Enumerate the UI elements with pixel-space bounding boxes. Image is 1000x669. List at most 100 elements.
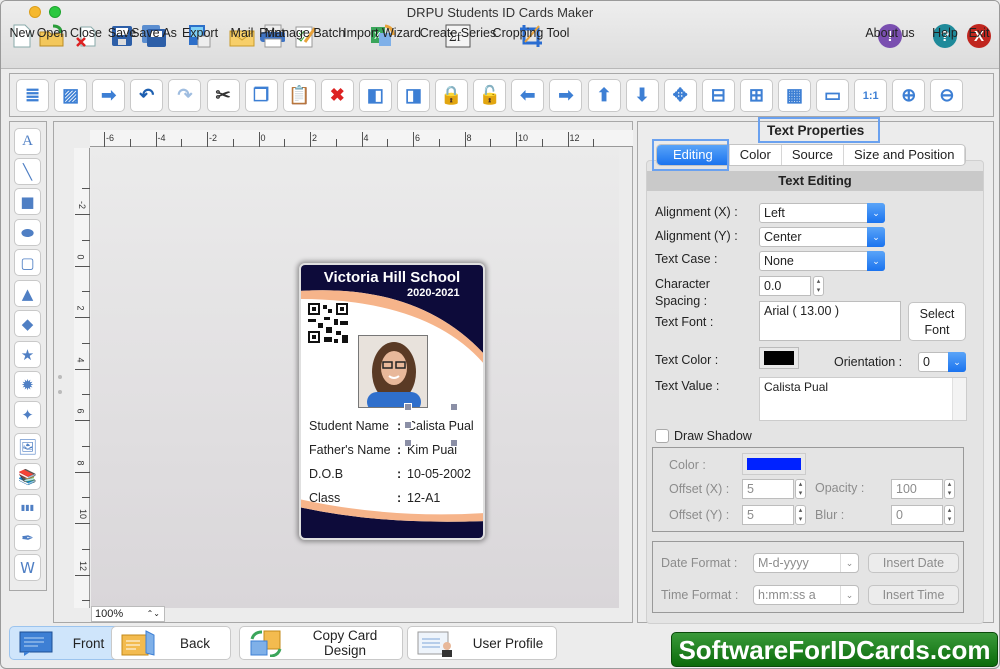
selection-handle[interactable] (450, 439, 458, 447)
selection-handle[interactable] (404, 439, 412, 447)
design-surface[interactable]: Victoria Hill School 2020-2021 Student N… (91, 148, 619, 608)
tab-color[interactable]: Color (730, 145, 782, 165)
char-spacing-input[interactable]: 0.0 (759, 276, 811, 296)
move-up-button[interactable]: ⬆ (587, 79, 621, 112)
card-field-value[interactable]: 12-A1 (407, 491, 440, 505)
create-series-button[interactable]: Σf Create Series (420, 23, 496, 49)
move-left-button[interactable]: ⬅ (511, 79, 545, 112)
close-button[interactable]: Close (70, 23, 102, 49)
alignment-y-select[interactable]: Center ⌄ (759, 227, 885, 247)
help-button[interactable]: ? Help (932, 23, 958, 49)
splitter-handle[interactable] (58, 367, 68, 394)
bring-forward-button[interactable]: ◨ (397, 79, 430, 112)
grid-button[interactable]: ▦ (778, 79, 811, 112)
star-tool[interactable]: ★ (14, 341, 41, 368)
unlock-button[interactable]: 🔓 (473, 79, 507, 112)
new-button[interactable]: New (9, 23, 35, 49)
redo-button[interactable]: ↷ (168, 79, 202, 112)
line-tool[interactable]: ╲ (14, 158, 41, 185)
triangle-tool[interactable]: ▲ (14, 280, 41, 307)
offset-x-stepper[interactable]: ▴ ▾ (795, 479, 806, 499)
signature-tool[interactable]: ✒ (14, 524, 41, 551)
blur-input[interactable]: 0 (891, 505, 943, 525)
student-photo[interactable] (358, 335, 428, 408)
align-horizontal-center-button[interactable]: ⊞ (739, 79, 773, 112)
shadow-color-swatch[interactable] (742, 453, 806, 475)
image-background-button[interactable]: ▨ (54, 79, 88, 112)
move-down-button[interactable]: ⬇ (625, 79, 659, 112)
selection-handle[interactable] (404, 421, 412, 429)
offset-y-input[interactable]: 5 (742, 505, 794, 525)
import-wizard-button[interactable]: X Import Wizard (343, 23, 421, 49)
text-value-textarea[interactable]: Calista Pual (759, 377, 967, 421)
open-button[interactable]: Open (37, 23, 67, 49)
zoom-in-button[interactable]: ⊕ (892, 79, 926, 112)
undo-button[interactable]: ↶ (130, 79, 164, 112)
orientation-select[interactable]: 0 ⌄ (918, 352, 966, 372)
four-point-star-tool[interactable]: ✦ (14, 401, 41, 428)
card-field-value[interactable]: 10-05-2002 (407, 467, 471, 481)
cut-button[interactable]: ✂ (206, 79, 240, 112)
send-backward-button[interactable]: ◧ (358, 79, 392, 112)
text-color-swatch[interactable] (759, 347, 799, 369)
blur-stepper[interactable]: ▴ ▾ (944, 505, 955, 525)
lock-button[interactable]: 🔒 (435, 79, 469, 112)
copy-card-design-button[interactable]: Copy Card Design (239, 626, 403, 660)
offset-y-stepper[interactable]: ▴ ▾ (795, 505, 806, 525)
zoom-out-button[interactable]: ⊖ (930, 79, 964, 112)
selection-handle[interactable] (450, 403, 458, 411)
ruler-button[interactable]: ▭ (816, 79, 850, 112)
library-tool[interactable]: 📚 (14, 463, 41, 490)
opacity-input[interactable]: 100 (891, 479, 943, 499)
back-button[interactable]: Back (111, 626, 231, 660)
save-as-button[interactable]: Save As (131, 23, 177, 49)
front-button[interactable]: Front (9, 626, 120, 660)
select-font-button[interactable]: Select Font (908, 302, 966, 341)
align-vertical-center-button[interactable]: ⊟ (701, 79, 735, 112)
card-field-value[interactable]: Calista Pual (407, 419, 474, 433)
user-profile-button[interactable]: User Profile (407, 626, 557, 660)
zoom-level-stepper[interactable]: 100% ⌃⌄ (91, 606, 165, 622)
tab-size-and-position[interactable]: Size and Position (844, 145, 966, 165)
textarea-scrollbar[interactable] (952, 378, 966, 420)
manage-batch-button[interactable]: Manage Batch (265, 23, 345, 49)
diamond-tool[interactable]: ◆ (14, 310, 41, 337)
brand-banner[interactable]: SoftwareForIDCards.com (671, 632, 998, 667)
export-button[interactable]: Export (182, 23, 218, 49)
alignment-x-select[interactable]: Left ⌄ (759, 203, 885, 223)
selection-handle[interactable] (404, 403, 412, 411)
delete-button[interactable]: ✖ (320, 79, 354, 112)
cropping-tool-button[interactable]: Cropping Tool (493, 23, 569, 49)
image-tool[interactable]: 🖼 (14, 433, 41, 460)
properties-button[interactable]: ≣ (16, 79, 49, 112)
about-us-button[interactable]: ! About us (865, 23, 915, 49)
char-spacing-stepper[interactable]: ▴ ▾ (813, 276, 824, 296)
center-button[interactable]: ✥ (663, 79, 697, 112)
time-format-select[interactable]: h:mm:ss a ⌄ (753, 585, 859, 605)
move-right-button[interactable]: ➡ (549, 79, 583, 112)
rectangle-tool[interactable]: ■ (14, 188, 41, 215)
insert-time-button[interactable]: Insert Time (868, 585, 959, 605)
ruler-minor-tick (387, 139, 389, 147)
offset-x-input[interactable]: 5 (742, 479, 794, 499)
text-case-select[interactable]: None ⌄ (759, 251, 885, 271)
ruler-minor-tick (82, 342, 90, 344)
text-tool[interactable]: A (14, 128, 41, 155)
date-format-select[interactable]: M-d-yyyy ⌄ (753, 553, 859, 573)
exit-button[interactable]: X Exit (966, 23, 992, 49)
paste-button[interactable]: 📋 (282, 79, 316, 112)
burst-tool[interactable]: ✹ (14, 371, 41, 398)
actual-size-button[interactable]: 1:1 (854, 79, 888, 112)
export-image-button[interactable]: ➡ (92, 79, 126, 112)
insert-date-button[interactable]: Insert Date (868, 553, 959, 573)
id-card-front[interactable]: Victoria Hill School 2020-2021 Student N… (299, 263, 485, 540)
ellipse-tool[interactable]: ⬬ (14, 219, 41, 246)
mail-button[interactable]: Mail (229, 23, 255, 49)
watermark-tool[interactable]: W (14, 554, 41, 581)
rounded-rectangle-tool[interactable]: ▢ (14, 249, 41, 276)
tab-source[interactable]: Source (782, 145, 845, 165)
draw-shadow-checkbox[interactable] (655, 429, 669, 443)
copy-button[interactable]: ❐ (244, 79, 278, 112)
opacity-stepper[interactable]: ▴ ▾ (944, 479, 955, 499)
barcode-tool[interactable]: ▮▮▮ (14, 494, 41, 521)
